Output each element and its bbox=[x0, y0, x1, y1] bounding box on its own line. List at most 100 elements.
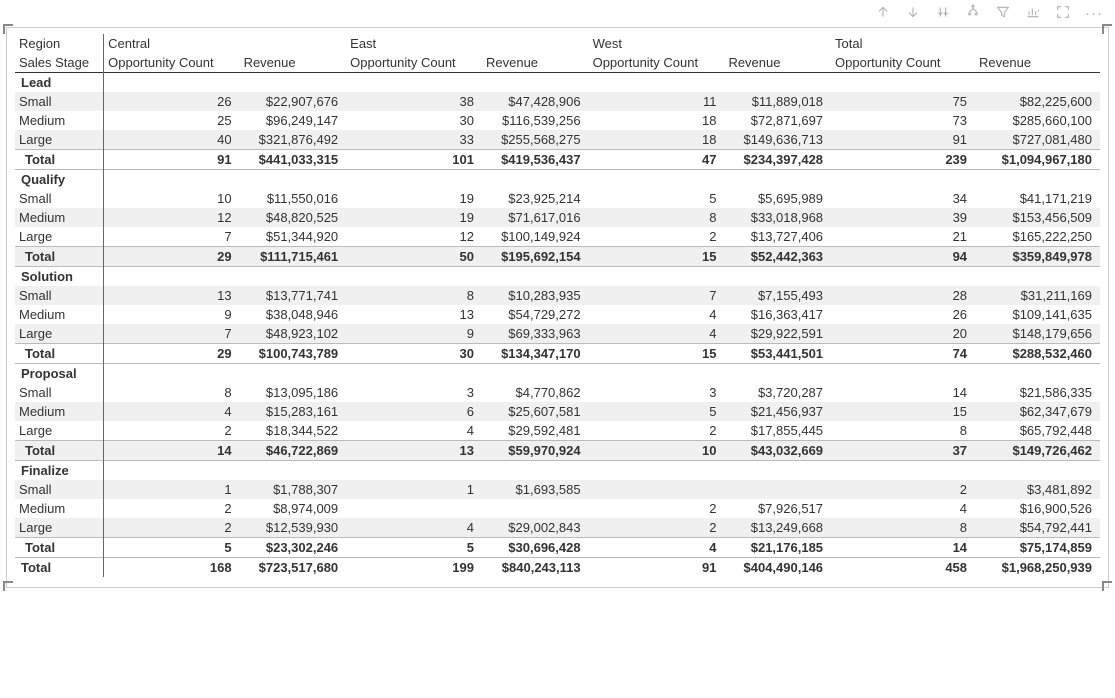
cell[interactable]: $48,923,102 bbox=[240, 324, 347, 344]
cell[interactable]: $404,490,146 bbox=[724, 558, 831, 578]
cell[interactable]: $285,660,100 bbox=[975, 111, 1100, 130]
table-row[interactable]: Finalize bbox=[15, 461, 1100, 481]
cell[interactable]: 1 bbox=[346, 480, 482, 499]
cell[interactable]: 14 bbox=[104, 441, 240, 461]
cell[interactable]: $3,481,892 bbox=[975, 480, 1100, 499]
cell[interactable]: 2 bbox=[104, 421, 240, 441]
cell[interactable]: 14 bbox=[831, 383, 975, 402]
table-row[interactable]: Medium25$96,249,14730$116,539,25618$72,8… bbox=[15, 111, 1100, 130]
table-row[interactable]: Total91$441,033,315101$419,536,43747$234… bbox=[15, 150, 1100, 170]
cell[interactable]: $10,283,935 bbox=[482, 286, 589, 305]
cell[interactable]: 91 bbox=[589, 558, 725, 578]
cell[interactable]: $54,792,441 bbox=[975, 518, 1100, 538]
cell[interactable]: 2 bbox=[104, 499, 240, 518]
cell[interactable]: 8 bbox=[104, 383, 240, 402]
cell[interactable]: 8 bbox=[831, 421, 975, 441]
cell[interactable]: $62,347,679 bbox=[975, 402, 1100, 421]
cell[interactable]: 5 bbox=[346, 538, 482, 558]
cell[interactable]: 2 bbox=[589, 499, 725, 518]
cell[interactable]: $54,729,272 bbox=[482, 305, 589, 324]
cell[interactable]: 4 bbox=[346, 518, 482, 538]
cell[interactable]: $359,849,978 bbox=[975, 247, 1100, 267]
cell[interactable]: $29,592,481 bbox=[482, 421, 589, 441]
cell[interactable]: $15,283,161 bbox=[240, 402, 347, 421]
cell[interactable]: $153,456,509 bbox=[975, 208, 1100, 227]
cell[interactable]: 20 bbox=[831, 324, 975, 344]
cell[interactable]: 13 bbox=[346, 441, 482, 461]
table-row[interactable]: Solution bbox=[15, 267, 1100, 287]
cell[interactable]: $18,344,522 bbox=[240, 421, 347, 441]
row-label[interactable]: Medium bbox=[15, 111, 104, 130]
cell[interactable]: $100,149,924 bbox=[482, 227, 589, 247]
cell[interactable]: $8,974,009 bbox=[240, 499, 347, 518]
cell[interactable]: $72,871,697 bbox=[724, 111, 831, 130]
cell[interactable]: $59,970,924 bbox=[482, 441, 589, 461]
col-east-opp[interactable]: Opportunity Count bbox=[346, 53, 482, 73]
cell[interactable]: 9 bbox=[104, 305, 240, 324]
cell[interactable]: 7 bbox=[104, 324, 240, 344]
cell[interactable]: $17,855,445 bbox=[724, 421, 831, 441]
region-west-header[interactable]: West bbox=[589, 34, 831, 53]
table-row[interactable]: Small26$22,907,67638$47,428,90611$11,889… bbox=[15, 92, 1100, 111]
cell[interactable]: 15 bbox=[589, 247, 725, 267]
cell[interactable]: $75,174,859 bbox=[975, 538, 1100, 558]
table-row[interactable]: Large7$51,344,92012$100,149,9242$13,727,… bbox=[15, 227, 1100, 247]
cell[interactable]: 25 bbox=[104, 111, 240, 130]
cell[interactable]: $288,532,460 bbox=[975, 344, 1100, 364]
cell[interactable]: 5 bbox=[589, 189, 725, 208]
table-row[interactable]: Small10$11,550,01619$23,925,2145$5,695,9… bbox=[15, 189, 1100, 208]
stage-label[interactable]: Lead bbox=[15, 73, 104, 93]
cell[interactable]: $116,539,256 bbox=[482, 111, 589, 130]
cell[interactable]: $48,820,525 bbox=[240, 208, 347, 227]
cell[interactable]: $7,155,493 bbox=[724, 286, 831, 305]
cell[interactable]: 5 bbox=[104, 538, 240, 558]
cell[interactable]: 18 bbox=[589, 111, 725, 130]
cell[interactable]: 6 bbox=[346, 402, 482, 421]
col-total-opp[interactable]: Opportunity Count bbox=[831, 53, 975, 73]
col-central-opp[interactable]: Opportunity Count bbox=[104, 53, 240, 73]
cell[interactable]: $47,428,906 bbox=[482, 92, 589, 111]
cell[interactable]: $3,720,287 bbox=[724, 383, 831, 402]
cell[interactable]: $134,347,170 bbox=[482, 344, 589, 364]
cell[interactable]: 1 bbox=[104, 480, 240, 499]
cell[interactable] bbox=[482, 499, 589, 518]
row-label[interactable]: Total bbox=[15, 441, 104, 461]
region-central-header[interactable]: Central bbox=[104, 34, 347, 53]
cell[interactable]: 26 bbox=[831, 305, 975, 324]
cell[interactable]: $21,456,937 bbox=[724, 402, 831, 421]
cell[interactable]: $100,743,789 bbox=[240, 344, 347, 364]
cell[interactable]: $22,907,676 bbox=[240, 92, 347, 111]
cell[interactable]: 2 bbox=[831, 480, 975, 499]
stage-label[interactable]: Solution bbox=[15, 267, 104, 287]
focus-icon[interactable] bbox=[1055, 4, 1071, 23]
cell[interactable] bbox=[589, 480, 725, 499]
cell[interactable]: $82,225,600 bbox=[975, 92, 1100, 111]
cell[interactable]: $149,726,462 bbox=[975, 441, 1100, 461]
cell[interactable]: 94 bbox=[831, 247, 975, 267]
cell[interactable]: 3 bbox=[346, 383, 482, 402]
cell[interactable]: $65,792,448 bbox=[975, 421, 1100, 441]
drill-up-icon[interactable] bbox=[875, 4, 891, 23]
cell[interactable]: 47 bbox=[589, 150, 725, 170]
table-row[interactable]: Medium12$48,820,52519$71,617,0168$33,018… bbox=[15, 208, 1100, 227]
col-west-opp[interactable]: Opportunity Count bbox=[589, 53, 725, 73]
cell[interactable]: $1,693,585 bbox=[482, 480, 589, 499]
cell[interactable]: 50 bbox=[346, 247, 482, 267]
cell[interactable]: $13,771,741 bbox=[240, 286, 347, 305]
cell[interactable]: $46,722,869 bbox=[240, 441, 347, 461]
hierarchy-icon[interactable] bbox=[965, 4, 981, 23]
row-label[interactable]: Medium bbox=[15, 305, 104, 324]
cell[interactable]: 10 bbox=[589, 441, 725, 461]
region-east-header[interactable]: East bbox=[346, 34, 588, 53]
cell[interactable]: $234,397,428 bbox=[724, 150, 831, 170]
cell[interactable]: $31,211,169 bbox=[975, 286, 1100, 305]
cell[interactable]: $321,876,492 bbox=[240, 130, 347, 150]
cell[interactable]: $53,441,501 bbox=[724, 344, 831, 364]
cell[interactable]: 21 bbox=[831, 227, 975, 247]
table-row[interactable]: Total14$46,722,86913$59,970,92410$43,032… bbox=[15, 441, 1100, 461]
cell[interactable]: 4 bbox=[589, 324, 725, 344]
cell[interactable]: 8 bbox=[831, 518, 975, 538]
cell[interactable]: 40 bbox=[104, 130, 240, 150]
cell[interactable]: 15 bbox=[589, 344, 725, 364]
cell[interactable]: 15 bbox=[831, 402, 975, 421]
